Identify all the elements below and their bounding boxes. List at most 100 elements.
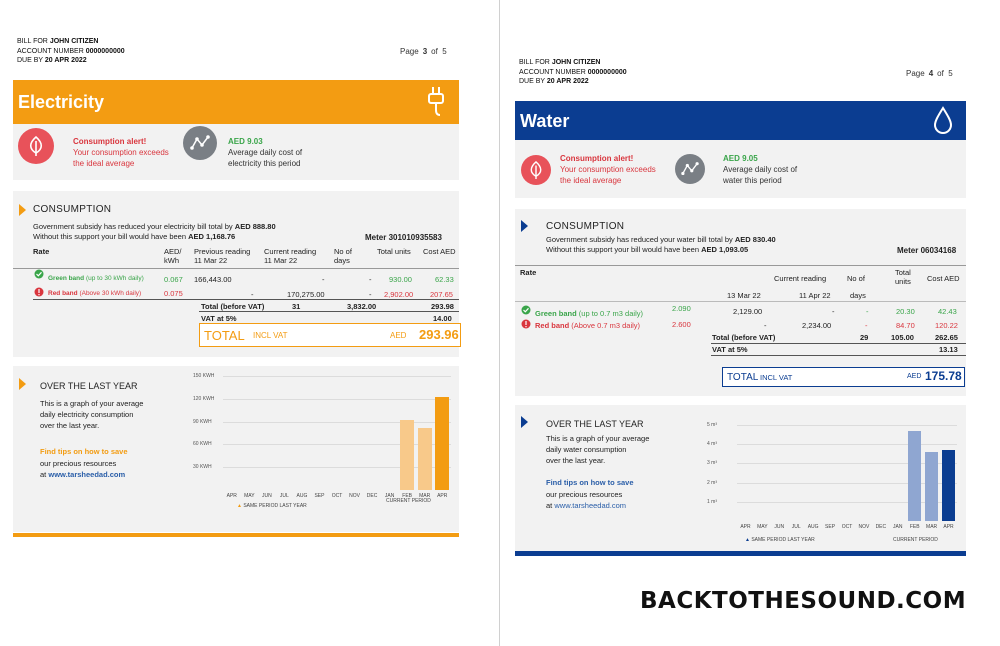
- grid-line: [223, 376, 451, 377]
- page-title: Water: [520, 111, 570, 131]
- x-tick-label: MAY: [244, 493, 255, 499]
- history-section: OVER THE LAST YEAR This is a graph of yo…: [13, 366, 459, 532]
- header-units: Total units: [895, 268, 911, 286]
- check-icon: [521, 305, 531, 315]
- subsidy-text: Government subsidy has reduced your wate…: [546, 235, 776, 254]
- header-days: No of: [847, 274, 865, 283]
- consumption-title: CONSUMPTION: [33, 204, 112, 215]
- x-tick-label: JUN: [261, 493, 272, 499]
- bill-header: BILL FOR JOHN CITIZEN ACCOUNT NUMBER 000…: [519, 59, 627, 85]
- vat-label: VAT at 5%: [712, 345, 748, 354]
- plug-icon: [428, 87, 444, 116]
- y-tick-label: 1 m³: [707, 498, 717, 505]
- total-units: 3,832.00: [347, 302, 377, 311]
- divider: [711, 343, 966, 344]
- x-tick-label: NOV: [858, 524, 870, 530]
- total-days: 29: [860, 333, 869, 342]
- grid-line: [223, 467, 451, 469]
- consumption-chart: 30 KWH 60 KWH 90 KWH 120 KWH 150 KWH APR MAY JU…: [193, 372, 455, 502]
- grand-total: 175.78: [925, 369, 962, 383]
- bar-same-period: [908, 430, 922, 521]
- bottom-bar: [13, 533, 459, 537]
- history-section: OVER THE LAST YEAR This is a graph of yo…: [515, 405, 966, 551]
- header-units: Total units: [377, 247, 411, 256]
- y-tick-label: 5 m³: [707, 422, 717, 428]
- history-title: OVER THE LAST YEAR: [546, 419, 644, 429]
- divider: [13, 268, 459, 269]
- header-cost: Cost AED: [927, 274, 960, 283]
- vat-value: 13.13: [939, 345, 958, 354]
- history-description: This is a graph of your average daily wa…: [546, 434, 650, 465]
- x-tick-label: APR: [943, 524, 954, 530]
- x-tick-label: APR: [437, 493, 448, 499]
- divider: [199, 311, 459, 312]
- grid-line: [737, 463, 957, 465]
- bar-current-period: [941, 449, 956, 521]
- total-units: 105.00: [891, 333, 914, 342]
- grid-line: [223, 444, 451, 446]
- header-current: Current reading: [774, 274, 827, 283]
- y-tick-label: 3 m³: [707, 460, 717, 467]
- section-arrow-icon: [521, 220, 528, 232]
- header-previous-date: 13 Mar 22: [727, 291, 761, 300]
- history-title: OVER THE LAST YEAR: [40, 381, 138, 391]
- grid-line: [737, 444, 957, 446]
- x-tick-label: SEP: [314, 493, 325, 499]
- consumption-chart: 1 m³ 2 m³ 3 m³ 4 m³ 5 m³ APR MAY JUN JUL AUG SEP OC…: [707, 421, 961, 533]
- y-tick-label: 4 m³: [707, 441, 717, 448]
- grid-line: [737, 425, 957, 426]
- divider: [711, 355, 966, 356]
- legend-current-period: CURRENT PERIOD: [893, 537, 938, 543]
- subsidy-text: Government subsidy has reduced your elec…: [33, 222, 276, 241]
- tips-link[interactable]: www.tarsheedad.com: [48, 470, 125, 479]
- y-tick-label: 60 KWH: [193, 441, 212, 448]
- section-arrow-icon: [19, 204, 26, 216]
- x-tick-label: AUG: [296, 493, 308, 499]
- consumption-section: CONSUMPTION Government subsidy has reduc…: [13, 191, 461, 357]
- tips-link[interactable]: www.tarsheedad.com: [554, 501, 626, 510]
- bottom-bar: [515, 551, 966, 556]
- meter-number: Meter 301010935583: [365, 233, 442, 242]
- total-cost: 262.65: [935, 333, 958, 342]
- water-banner: Water: [515, 101, 966, 140]
- x-tick-label: JUN: [774, 524, 785, 530]
- legend-same-period: ▲ SAME PERIOD LAST YEAR: [237, 503, 307, 509]
- water-page: BILL FOR JOHN CITIZEN ACCOUNT NUMBER 000…: [501, 0, 1000, 646]
- grand-total: 293.96: [419, 327, 459, 342]
- tips-title: Find tips on how to save: [40, 447, 128, 456]
- page-number: Page 4 of 5: [906, 69, 953, 78]
- consumption-section: CONSUMPTION Government subsidy has reduc…: [515, 209, 966, 396]
- graph-icon: [675, 154, 705, 184]
- leaf-icon: [521, 155, 551, 185]
- x-tick-label: DEC: [875, 524, 887, 530]
- header-current: Current reading 11 Mar 22: [264, 247, 317, 265]
- grid-line: [223, 421, 451, 423]
- page-title: Electricity: [18, 92, 105, 112]
- header-cost: Cost AED: [423, 247, 456, 256]
- x-tick-label: NOV: [349, 493, 360, 499]
- average-daily-cost: AED 9.03 Average daily cost of electrici…: [228, 137, 303, 168]
- grand-total-box: TOTAL INCL VAT AED 293.96: [199, 323, 461, 347]
- meter-number: Meter 06034168: [897, 246, 957, 255]
- check-icon: [34, 269, 44, 279]
- vat-value: 14.00: [433, 314, 452, 323]
- electricity-banner: Electricity: [13, 80, 459, 124]
- x-tick-label: JUL: [279, 493, 289, 499]
- total-before-vat-label: Total (before VAT): [712, 333, 776, 342]
- divider: [33, 299, 459, 300]
- section-arrow-icon: [521, 416, 528, 428]
- legend-same-period: ▲ SAME PERIOD LAST YEAR: [745, 537, 815, 543]
- header-days-unit: days: [850, 291, 866, 300]
- graph-icon: [183, 126, 217, 160]
- header-days: No of days: [334, 247, 352, 265]
- water-drop-icon: [933, 106, 953, 134]
- x-tick-label: JAN: [893, 524, 903, 530]
- alert-box: Consumption alert! Your consumption exce…: [515, 140, 966, 198]
- header-rate-unit: AED/kWh: [164, 247, 182, 265]
- total-days: 31: [292, 302, 301, 311]
- x-tick-label: OCT: [841, 524, 853, 530]
- tips-text: our precious resources at www.tarsheedad…: [546, 490, 627, 510]
- legend-current-period: CURRENT PERIOD: [386, 498, 431, 504]
- bar-same-period: [925, 451, 939, 521]
- watermark-text: BACKTOTHESOUND.COM: [640, 588, 967, 614]
